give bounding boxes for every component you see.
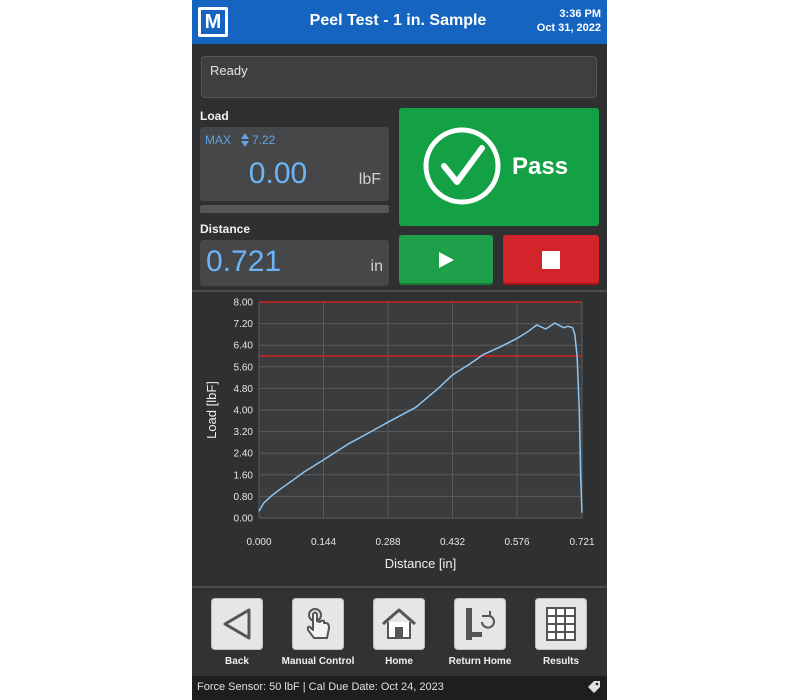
- x-tick-label: 0.576: [505, 537, 530, 548]
- x-tick-label: 0.288: [376, 537, 401, 548]
- y-tick-label: 2.40: [234, 449, 254, 460]
- x-tick-label: 0.721: [569, 537, 594, 548]
- stop-icon: [542, 251, 560, 269]
- tablet-screen: M Peel Test - 1 in. Sample 3:36 PM Oct 3…: [192, 0, 607, 700]
- y-tick-label: 3.20: [234, 427, 254, 438]
- peak-arrows-icon: [241, 133, 249, 147]
- x-axis-label: Distance [in]: [385, 556, 457, 571]
- load-value: 0.00: [248, 157, 308, 190]
- manual-control-button[interactable]: [292, 598, 344, 650]
- clock: 3:36 PM Oct 31, 2022: [537, 7, 601, 35]
- result-panel: Pass: [399, 108, 599, 226]
- return-home-label: Return Home: [448, 656, 512, 667]
- app-logo: M: [198, 7, 228, 37]
- return-home-button[interactable]: [454, 598, 506, 650]
- page-title: Peel Test - 1 in. Sample: [309, 12, 487, 29]
- app-header: M Peel Test - 1 in. Sample 3:36 PM Oct 3…: [192, 0, 607, 44]
- y-tick-label: 1.60: [234, 470, 254, 481]
- stop-button[interactable]: [503, 235, 599, 285]
- status-footer: Force Sensor: 50 lbF | Cal Due Date: Oct…: [192, 676, 607, 700]
- back-triangle-icon: [223, 608, 251, 640]
- load-progress-bar: [200, 205, 389, 213]
- y-tick-label: 7.20: [234, 319, 254, 330]
- manual-control-label: Manual Control: [281, 656, 355, 667]
- back-button[interactable]: [211, 598, 263, 650]
- x-tick-label: 0.000: [246, 537, 271, 548]
- home-button[interactable]: [373, 598, 425, 650]
- play-icon: [439, 252, 454, 268]
- result-label: Pass: [512, 153, 569, 180]
- y-tick-label: 4.80: [234, 384, 254, 395]
- distance-label: Distance: [200, 222, 251, 236]
- y-tick-label: 5.60: [234, 362, 254, 373]
- distance-readout: 0.721 in: [200, 240, 389, 286]
- clock-time: 3:36 PM: [559, 8, 601, 20]
- x-tick-label: 0.144: [311, 537, 336, 548]
- bottom-nav: Back Manual Control Home Return Home Res…: [192, 590, 607, 675]
- hand-pointer-icon: [306, 608, 330, 639]
- divider: [192, 586, 607, 588]
- footer-text: Force Sensor: 50 lbF | Cal Due Date: Oct…: [197, 681, 444, 693]
- back-label: Back: [225, 656, 249, 667]
- start-button[interactable]: [399, 235, 493, 285]
- max-value: 7.22: [252, 133, 276, 147]
- distance-unit: in: [370, 258, 383, 275]
- results-label: Results: [542, 656, 580, 667]
- results-button[interactable]: [535, 598, 587, 650]
- distance-value: 0.721: [206, 245, 282, 278]
- home-icon: [382, 608, 416, 639]
- y-axis-label: Load [lbF]: [204, 381, 219, 439]
- results-grid-icon: [546, 607, 576, 641]
- y-tick-label: 0.80: [234, 492, 254, 503]
- load-label: Load: [200, 109, 229, 123]
- chart-svg: 0.00 0.80 1.60 2.40 3.20 4.00 4.80 5.60 6.40 7.20…: [204, 298, 595, 572]
- home-label: Home: [385, 656, 413, 667]
- y-tick-label: 0.00: [234, 514, 254, 525]
- load-unit: lbF: [358, 171, 381, 188]
- clock-date: Oct 31, 2022: [536, 22, 601, 34]
- max-label: MAX: [205, 133, 232, 147]
- return-home-icon: [466, 608, 495, 640]
- y-tick-label: 8.00: [234, 298, 254, 309]
- tag-icon: [588, 681, 600, 693]
- status-message: Ready: [201, 56, 597, 98]
- load-readout: MAX 7.22 0.00 lbF: [200, 127, 389, 201]
- y-tick-label: 6.40: [234, 341, 254, 352]
- load-distance-chart: 0.00 0.80 1.60 2.40 3.20 4.00 4.80 5.60 6.40 7.20…: [192, 292, 607, 582]
- x-tick-label: 0.432: [440, 537, 465, 548]
- y-tick-label: 4.00: [234, 406, 254, 417]
- check-circle-icon: [423, 127, 501, 205]
